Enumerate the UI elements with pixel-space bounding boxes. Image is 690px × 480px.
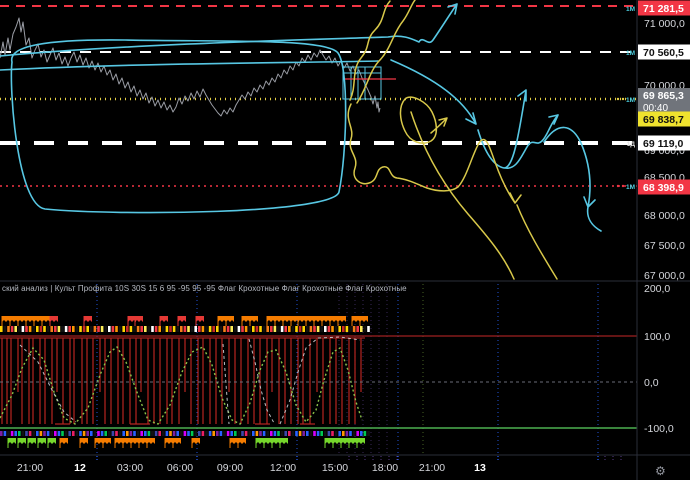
- time-axis-label: 12: [74, 462, 86, 474]
- price-badge-label: 69 838,7: [643, 114, 684, 126]
- trading-chart-root: 71 000,070 000,069 000,068 500,068 000,0…: [0, 0, 690, 480]
- indicator-title: ский анализ | Культ Профита 10S 30S 15 6…: [2, 284, 407, 293]
- price-axis-label: -100,0: [644, 423, 674, 435]
- price-axis-label: 67 500,0: [644, 240, 685, 252]
- price-badge-label: 69 119,0: [643, 138, 683, 150]
- price-axis-label: 67 000,0: [644, 270, 685, 282]
- time-axis-label: 21:00: [17, 462, 43, 474]
- time-axis-label: 06:00: [167, 462, 193, 474]
- time-axis-label: 15:00: [322, 462, 348, 474]
- time-axis[interactable]: 21:00 12 03:00 06:00 09:00 12:00 15:00 18:00 21:…: [17, 462, 486, 474]
- price-badge-label: 70 560,5: [643, 47, 684, 59]
- price-badge-label: 71 281,5: [643, 3, 684, 15]
- indicator-pane-hitbox[interactable]: [0, 281, 637, 455]
- price-pane-hitbox[interactable]: [0, 0, 637, 281]
- price-badge-label: 68 398,9: [643, 182, 684, 194]
- settings-gear-icon[interactable]: ⚙: [655, 464, 666, 478]
- time-axis-label: 12:00: [270, 462, 296, 474]
- price-axis-label: 0,0: [644, 377, 659, 389]
- price-axis-label: 68 000,0: [644, 210, 685, 222]
- time-axis-label: 09:00: [217, 462, 243, 474]
- price-axis-label: 71 000,0: [644, 18, 685, 30]
- price-badge-label: 69 865,3: [643, 90, 684, 102]
- time-axis-label: 18:00: [372, 462, 398, 474]
- time-axis-label: 03:00: [117, 462, 143, 474]
- price-axis-label: 200,0: [644, 283, 670, 295]
- time-axis-label: 21:00: [419, 462, 445, 474]
- time-axis-label: 13: [474, 462, 486, 474]
- price-axis-label: 100,0: [644, 331, 670, 343]
- chart-canvas[interactable]: 71 000,070 000,069 000,068 500,068 000,0…: [0, 0, 690, 480]
